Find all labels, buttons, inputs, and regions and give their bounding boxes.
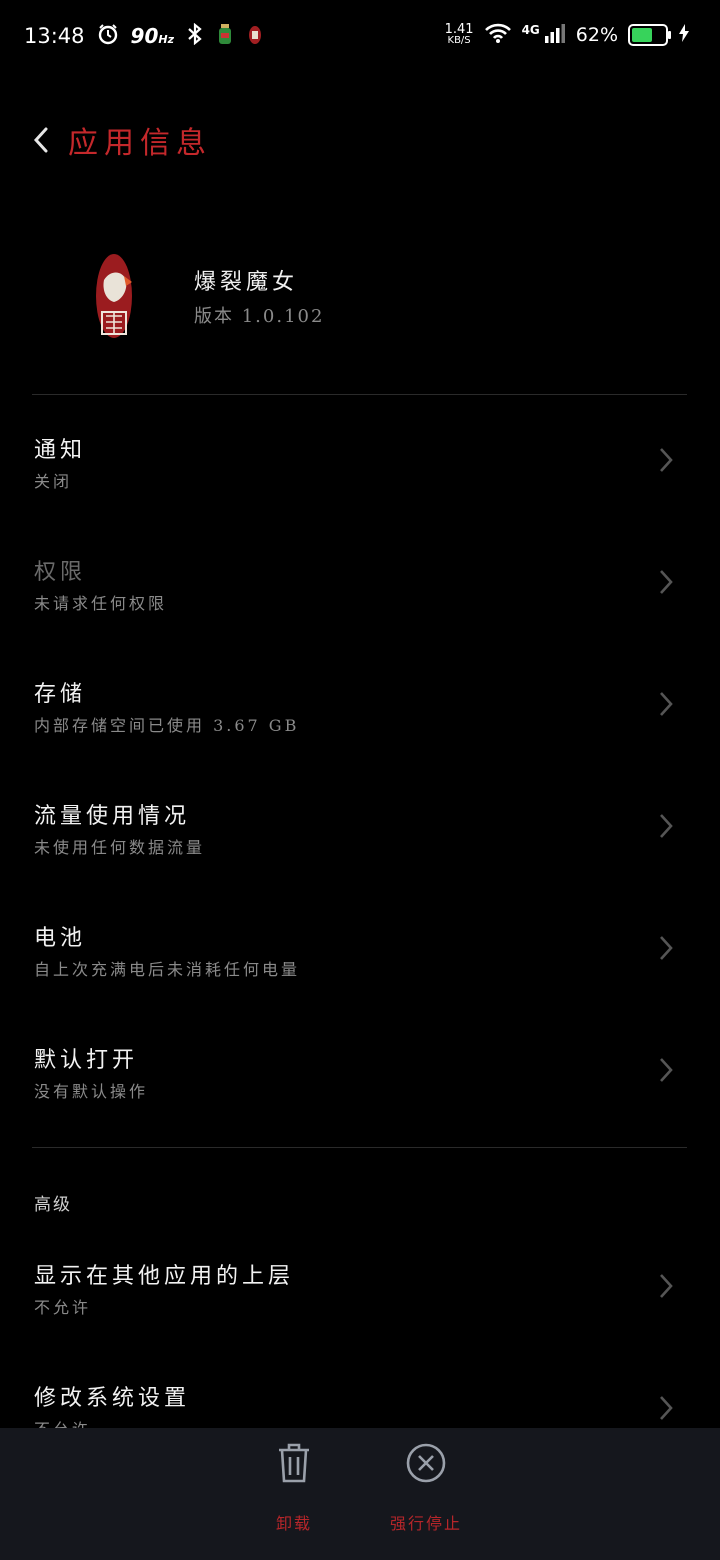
trash-icon <box>234 1442 354 1484</box>
setting-subtitle: 内部存储空间已使用 3.67 GB <box>34 716 300 735</box>
setting-open-by-default[interactable]: 默认打开 没有默认操作 <box>34 1042 688 1152</box>
app-version: 版本 1.0.102 <box>194 306 325 327</box>
setting-title: 默认打开 <box>34 1048 139 1073</box>
setting-title: 存储 <box>34 682 87 707</box>
chevron-right-icon <box>660 936 673 960</box>
charging-icon <box>678 23 690 47</box>
chevron-right-icon <box>660 570 673 594</box>
setting-subtitle: 自上次充满电后未消耗任何电量 <box>34 960 301 979</box>
setting-permissions[interactable]: 权限 未请求任何权限 <box>34 554 688 664</box>
force-stop-label: 强行停止 <box>389 1514 462 1533</box>
setting-display-over-apps[interactable]: 显示在其他应用的上层 不允许 <box>34 1258 688 1368</box>
app-notification-icon <box>216 22 234 50</box>
alarm-icon <box>97 23 119 49</box>
app-name: 爆裂魔女 <box>194 270 299 295</box>
stop-circle-icon <box>366 1442 486 1484</box>
setting-subtitle: 未请求任何权限 <box>34 594 168 613</box>
battery-percent: 62% <box>575 24 618 46</box>
status-bar: 13:48 90Hz 1.41 KB/S 4G 62% <box>0 0 720 76</box>
chevron-right-icon <box>660 1396 673 1420</box>
uninstall-label: 卸载 <box>275 1514 312 1533</box>
signal-icon <box>544 22 566 48</box>
chevron-right-icon <box>660 692 673 716</box>
setting-title: 权限 <box>34 560 87 585</box>
status-time: 13:48 <box>24 24 85 48</box>
setting-title: 流量使用情况 <box>34 804 191 829</box>
wifi-icon <box>484 22 512 48</box>
setting-subtitle: 没有默认操作 <box>34 1082 149 1101</box>
app-icon <box>90 250 140 342</box>
section-label-advanced: 高级 <box>34 1195 72 1215</box>
network-type: 4G <box>521 23 540 37</box>
battery-icon <box>628 24 671 46</box>
setting-storage[interactable]: 存储 内部存储空间已使用 3.67 GB <box>34 676 688 786</box>
setting-title: 显示在其他应用的上层 <box>34 1264 295 1289</box>
setting-title: 修改系统设置 <box>34 1386 191 1411</box>
setting-notifications[interactable]: 通知 关闭 <box>34 432 688 542</box>
chevron-right-icon <box>660 1274 673 1298</box>
divider <box>32 1147 687 1148</box>
setting-battery[interactable]: 电池 自上次充满电后未消耗任何电量 <box>34 920 688 1030</box>
network-speed: 1.41 KB/S <box>444 22 474 46</box>
setting-subtitle: 不允许 <box>34 1298 92 1317</box>
app-bar: 应用信息 <box>30 112 212 168</box>
chevron-right-icon <box>660 448 673 472</box>
bluetooth-icon <box>186 22 204 49</box>
setting-subtitle: 关闭 <box>34 472 73 491</box>
page-title: 应用信息 <box>68 126 212 161</box>
chevron-right-icon <box>660 1058 673 1082</box>
bottom-action-bar: 卸载 强行停止 <box>0 1428 720 1560</box>
setting-data-usage[interactable]: 流量使用情况 未使用任何数据流量 <box>34 798 688 908</box>
uninstall-button[interactable]: 卸载 <box>234 1442 354 1534</box>
refresh-rate: 90Hz <box>130 24 174 48</box>
setting-title: 通知 <box>34 438 87 463</box>
back-icon[interactable] <box>30 125 54 155</box>
setting-title: 电池 <box>34 926 87 951</box>
force-stop-button[interactable]: 强行停止 <box>366 1442 486 1534</box>
setting-subtitle: 未使用任何数据流量 <box>34 838 206 857</box>
app-info: 爆裂魔女 版本 1.0.102 <box>90 250 324 342</box>
divider <box>32 394 687 395</box>
chevron-right-icon <box>660 814 673 838</box>
app-notification-icon-2 <box>246 22 264 50</box>
